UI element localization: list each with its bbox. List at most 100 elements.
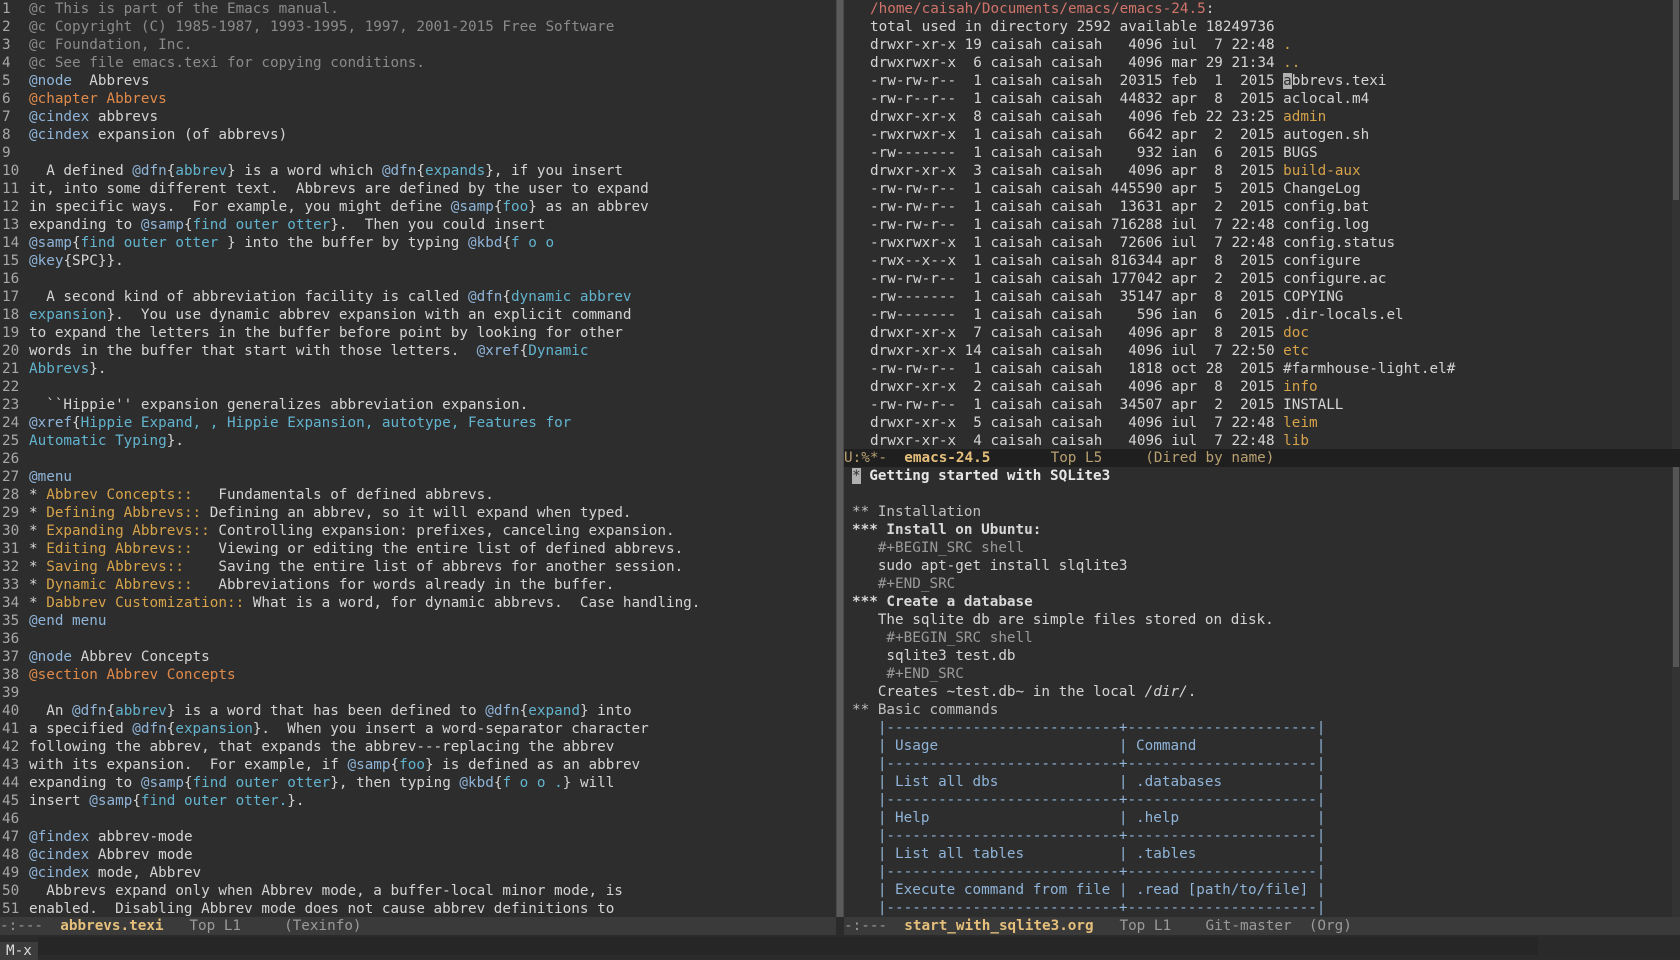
text-line[interactable]: *** Install on Ubuntu: [852, 521, 1325, 539]
text-line[interactable]: -rwx--x--x 1 caisah caisah 816344 apr 8 … [870, 252, 1455, 270]
text-line[interactable]: #+BEGIN_SRC shell [852, 539, 1325, 557]
mode-line-buffer-name[interactable]: abbrevs.texi [60, 918, 163, 934]
text-line[interactable]: |---------------------------+-----------… [852, 791, 1326, 809]
text-line[interactable]: 40 An @dfn{abbrev} is a word that has be… [0, 702, 836, 720]
text-line[interactable]: -rw-rw-r-- 1 caisah caisah 177042 apr 2 … [870, 270, 1455, 288]
text-line[interactable]: drwxrwxr-x 6 caisah caisah 4096 mar 29 2… [870, 54, 1455, 72]
text-line[interactable]: 12 in specific ways. For example, you mig… [0, 198, 836, 216]
text-line[interactable]: 42 following the abbrev, that expands the… [0, 738, 836, 756]
text-line[interactable]: ** Installation [852, 503, 1325, 521]
text-line[interactable]: 14 @samp{find outer otter } into the buff… [0, 234, 836, 252]
text-line[interactable]: 19 to expand the letters in the buffer be… [0, 324, 836, 342]
text-line[interactable]: 9 [0, 144, 836, 162]
text-line[interactable]: 21 Abbrevs}. [0, 360, 836, 378]
minibuffer[interactable]: M-x [0, 937, 1680, 960]
mode-line-buffer-name[interactable]: emacs-24.5 [904, 450, 990, 466]
text-line[interactable]: |---------------------------+-----------… [852, 899, 1326, 917]
text-line[interactable]: 25 Automatic Typing}. [0, 432, 836, 450]
text-line[interactable]: #+END_SRC [852, 575, 1325, 593]
text-line[interactable]: drwxr-xr-x 14 caisah caisah 4096 iul 7 2… [870, 342, 1455, 360]
text-line[interactable]: -rw-r--r-- 1 caisah caisah 44832 apr 8 2… [870, 90, 1455, 108]
texinfo-buffer-text[interactable]: 1 @c This is part of the Emacs manual. 2 @c… [0, 0, 836, 917]
text-line[interactable]: 36 [0, 630, 836, 648]
org-buffer-text[interactable]: * Getting started with SQLite3 ** Install… [852, 467, 1325, 917]
mode-line-left[interactable]: -:--- abbrevs.texi Top L1 (Texinfo) [0, 917, 836, 935]
text-line[interactable]: | List all dbs | .databases | [852, 773, 1326, 791]
text-line[interactable]: |---------------------------+-----------… [852, 755, 1326, 773]
text-line[interactable]: #+END_SRC [852, 665, 1325, 683]
text-line[interactable]: sudo apt-get install slqlite3 [852, 557, 1325, 575]
text-line[interactable]: 23 ``Hippie'' expansion generalizes abbr… [0, 396, 836, 414]
text-line[interactable]: drwxr-xr-x 19 caisah caisah 4096 iul 7 2… [870, 36, 1455, 54]
text-line[interactable]: 3 @c Foundation, Inc. [0, 36, 836, 54]
text-line[interactable]: 30 * Expanding Abbrevs:: Controlling expa… [0, 522, 836, 540]
text-line[interactable]: 18 expansion}. You use dynamic abbrev exp… [0, 306, 836, 324]
text-line[interactable]: total used in directory 2592 available 1… [870, 18, 1455, 36]
text-line[interactable]: drwxr-xr-x 8 caisah caisah 4096 feb 22 2… [870, 108, 1455, 126]
vertical-window-divider[interactable] [836, 0, 844, 917]
text-line[interactable]: | Execute command from file | .read [pat… [852, 881, 1326, 899]
text-line[interactable]: 43 with its expansion. For example, if @s… [0, 756, 836, 774]
text-line[interactable]: 29 * Defining Abbrevs:: Defining an abbre… [0, 504, 836, 522]
text-line[interactable]: 20 words in the buffer that start with th… [0, 342, 836, 360]
org-scrollbar-thumb[interactable] [1673, 467, 1679, 667]
text-line[interactable]: -rw-rw-r-- 1 caisah caisah 1818 oct 28 2… [870, 360, 1455, 378]
text-line[interactable]: |---------------------------+-----------… [852, 863, 1326, 881]
text-line[interactable]: drwxr-xr-x 5 caisah caisah 4096 iul 7 22… [870, 414, 1455, 432]
text-line[interactable]: 10 A defined @dfn{abbrev} is a word whic… [0, 162, 836, 180]
text-line[interactable]: 22 [0, 378, 836, 396]
text-line[interactable]: sqlite3 test.db [852, 647, 1325, 665]
text-line[interactable]: -rw------- 1 caisah caisah 932 ian 6 201… [870, 144, 1455, 162]
text-line[interactable]: /home/caisah/Documents/emacs/emacs-24.5: [870, 0, 1455, 18]
text-line[interactable]: | Usage | Command | [852, 737, 1326, 755]
left-scrollbar-thumb[interactable] [837, 0, 843, 917]
text-line[interactable]: -rw-rw-r-- 1 caisah caisah 445590 apr 5 … [870, 180, 1455, 198]
text-line[interactable]: 6 @chapter Abbrevs [0, 90, 836, 108]
text-line[interactable]: *** Create a database [852, 593, 1325, 611]
text-line[interactable]: drwxr-xr-x 4 caisah caisah 4096 iul 7 22… [870, 432, 1455, 449]
text-line[interactable]: |---------------------------+-----------… [852, 719, 1326, 737]
text-line[interactable]: 49 @cindex mode, Abbrev [0, 864, 836, 882]
text-line[interactable]: * Getting started with SQLite3 [852, 467, 1325, 485]
mode-line-dired[interactable]: U:%*- emacs-24.5 Top L5 (Dired by name) [844, 449, 1680, 467]
text-line[interactable]: 50 Abbrevs expand only when Abbrev mode,… [0, 882, 836, 900]
dired-window[interactable]: /home/caisah/Documents/emacs/emacs-24.5:… [844, 0, 1680, 449]
text-line[interactable]: 11 it, into some different text. Abbrevs … [0, 180, 836, 198]
text-line[interactable]: | List all tables | .tables | [852, 845, 1326, 863]
minibuffer-input[interactable] [37, 937, 1538, 955]
texinfo-window[interactable]: 1 @c This is part of the Emacs manual. 2 @c… [0, 0, 836, 917]
text-line[interactable]: -rw-rw-r-- 1 caisah caisah 716288 iul 7 … [870, 216, 1455, 234]
text-line[interactable]: 7 @cindex abbrevs [0, 108, 836, 126]
text-line[interactable]: 46 [0, 810, 836, 828]
dired-scrollbar-thumb[interactable] [1673, 0, 1679, 200]
text-line[interactable]: 15 @key{SPC}}. [0, 252, 836, 270]
text-line[interactable]: 38 @section Abbrev Concepts [0, 666, 836, 684]
mode-line-buffer-name[interactable]: start_with_sqlite3.org [904, 918, 1093, 934]
text-line[interactable]: | Help | .help | [852, 809, 1326, 827]
text-line[interactable]: The sqlite db are simple files stored on… [852, 611, 1325, 629]
text-line[interactable]: 4 @c See file emacs.texi for copying cond… [0, 54, 836, 72]
org-window[interactable]: * Getting started with SQLite3 ** Install… [844, 467, 1680, 917]
text-line[interactable]: 8 @cindex expansion (of abbrevs) [0, 126, 836, 144]
mode-line-org[interactable]: -:--- start_with_sqlite3.org Top L1 Git-… [844, 917, 1680, 935]
text-line[interactable]: drwxr-xr-x 7 caisah caisah 4096 apr 8 20… [870, 324, 1455, 342]
text-line[interactable]: 47 @findex abbrev-mode [0, 828, 836, 846]
text-line[interactable]: -rwxrwxr-x 1 caisah caisah 6642 apr 2 20… [870, 126, 1455, 144]
text-line[interactable]: 37 @node Abbrev Concepts [0, 648, 836, 666]
text-line[interactable]: -rwxrwxr-x 1 caisah caisah 72606 iul 7 2… [870, 234, 1455, 252]
text-line[interactable]: 35 @end menu [0, 612, 836, 630]
org-scrollbar[interactable] [1672, 467, 1680, 917]
text-line[interactable]: #+BEGIN_SRC shell [852, 629, 1325, 647]
text-line[interactable]: -rw-rw-r-- 1 caisah caisah 20315 feb 1 2… [870, 72, 1455, 90]
text-line[interactable]: 31 * Editing Abbrevs:: Viewing or editing… [0, 540, 836, 558]
text-line[interactable]: 28 * Abbrev Concepts:: Fundamentals of de… [0, 486, 836, 504]
text-line[interactable]: 2 @c Copyright (C) 1985-1987, 1993-1995, … [0, 18, 836, 36]
text-line[interactable]: 33 * Dynamic Abbrevs:: Abbreviations for … [0, 576, 836, 594]
text-line[interactable]: 24 @xref{Hippie Expand, , Hippie Expansio… [0, 414, 836, 432]
text-line[interactable]: 1 @c This is part of the Emacs manual. [0, 0, 836, 18]
text-line[interactable]: 39 [0, 684, 836, 702]
text-line[interactable]: -rw-rw-r-- 1 caisah caisah 13631 apr 2 2… [870, 198, 1455, 216]
text-line[interactable]: Creates ~test.db~ in the local /dir/. [852, 683, 1325, 701]
text-line[interactable]: 44 expanding to @samp{find outer otter}, … [0, 774, 836, 792]
text-line[interactable]: 5 @node Abbrevs [0, 72, 836, 90]
